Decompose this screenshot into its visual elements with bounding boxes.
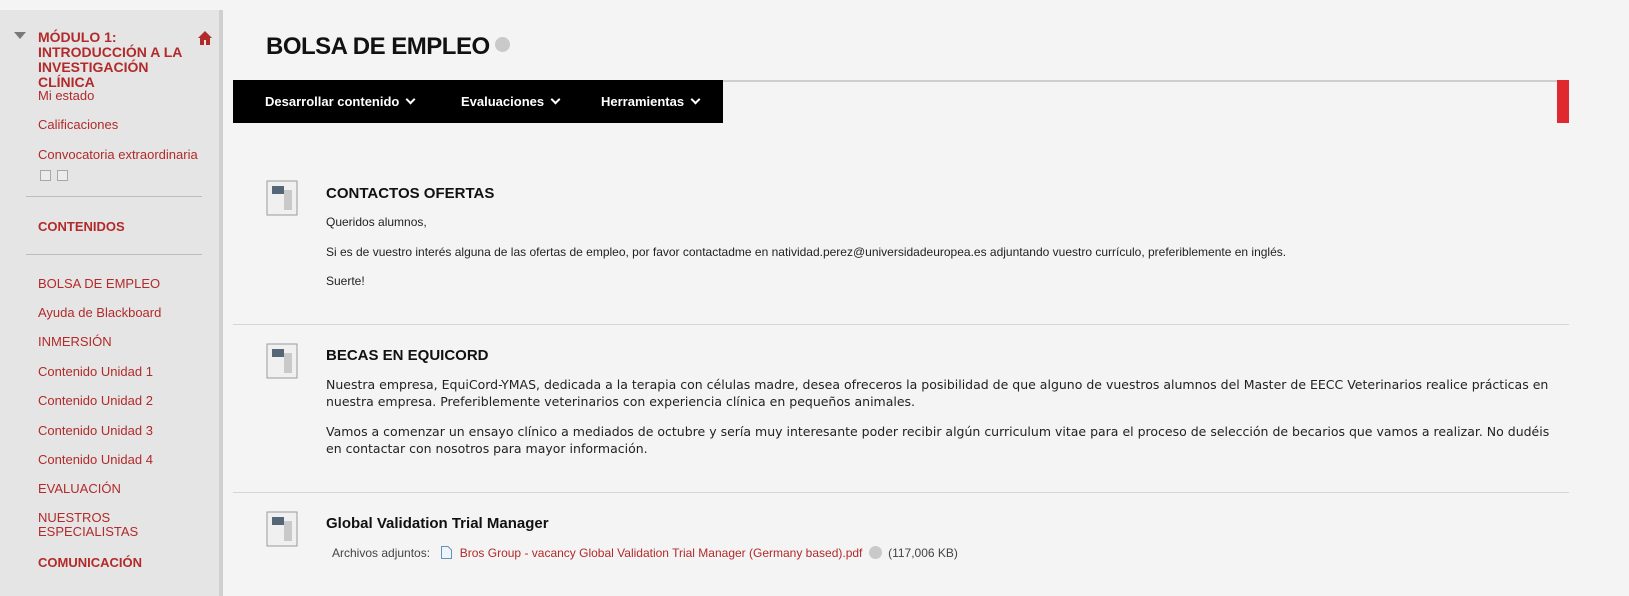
- attachment-size: (117,006 KB): [888, 546, 958, 560]
- attachments-label: Archivos adjuntos:: [332, 546, 431, 560]
- page-title: BOLSA DE EMPLEO: [266, 33, 510, 61]
- sidebar-link-bolsa[interactable]: BOLSA DE EMPLEO: [0, 276, 160, 292]
- menu-label: Desarrollar contenido: [265, 94, 400, 109]
- item-title-becas[interactable]: BECAS EN EQUICORD: [326, 347, 489, 364]
- visibility-icon[interactable]: [57, 170, 68, 181]
- course-title[interactable]: MÓDULO 1: INTRODUCCIÓN A LA INVESTIGACIÓ…: [38, 30, 189, 90]
- page-title-text: BOLSA DE EMPLEO: [266, 33, 490, 60]
- item-title-global-validation[interactable]: Global Validation Trial Manager: [326, 515, 549, 532]
- sidebar-link-evaluacion[interactable]: EVALUACIÓN: [0, 481, 121, 497]
- toolbar-divider: [723, 80, 1559, 82]
- menu-herramientas[interactable]: Herramientas: [601, 94, 701, 109]
- section-contenidos[interactable]: CONTENIDOS: [38, 219, 125, 234]
- attachment-options-icon[interactable]: [868, 546, 882, 559]
- sidebar-link-mi-estado[interactable]: Mi estado: [0, 88, 94, 104]
- item-paragraph: Nuestra empresa, EquiCord-YMAS, dedicada…: [326, 377, 1549, 409]
- sidebar-link-unidad-4[interactable]: Contenido Unidad 4: [0, 452, 153, 468]
- sidebar-link-unidad-1[interactable]: Contenido Unidad 1: [0, 364, 153, 380]
- sidebar-link-unidad-3[interactable]: Contenido Unidad 3: [0, 423, 153, 439]
- item-paragraph: Suerte!: [326, 274, 365, 288]
- file-icon: [441, 546, 453, 559]
- title-options-icon[interactable]: [494, 37, 510, 53]
- chevron-down-icon: [690, 94, 701, 105]
- item-paragraph: Vamos a comenzar un ensayo clínico a med…: [326, 424, 1550, 456]
- document-icon: [266, 511, 298, 547]
- sidebar-link-convocatoria[interactable]: Convocatoria extraordinaria: [0, 147, 198, 163]
- menu-desarrollar-contenido[interactable]: Desarrollar contenido: [265, 94, 416, 109]
- item-paragraph: Si es de vuestro interés alguna de las o…: [326, 245, 1287, 259]
- section-comunicacion[interactable]: COMUNICACIÓN: [38, 555, 142, 570]
- collapse-caret-icon[interactable]: [14, 32, 26, 39]
- sidebar-link-especialistas[interactable]: NUESTROS ESPECIALISTAS: [0, 511, 168, 539]
- edit-icon[interactable]: [40, 170, 51, 181]
- menu-evaluaciones[interactable]: Evaluaciones: [461, 94, 561, 109]
- accent-bar: [1557, 80, 1569, 123]
- course-header: MÓDULO 1: INTRODUCCIÓN A LA INVESTIGACIÓ…: [0, 10, 219, 90]
- sidebar-link-calificaciones[interactable]: Calificaciones: [0, 117, 118, 133]
- sidebar-divider: [26, 196, 202, 197]
- chevron-down-icon: [405, 94, 416, 105]
- item-separator: [233, 324, 1569, 325]
- sidebar-divider: [26, 254, 202, 255]
- document-icon: [266, 343, 298, 379]
- sidebar-link-inmersion[interactable]: INMERSIÓN: [0, 334, 112, 350]
- item-title-contactos[interactable]: CONTACTOS OFERTAS: [326, 185, 494, 202]
- item-paragraph: Queridos alumnos,: [326, 215, 427, 229]
- action-toolbar: Desarrollar contenido Evaluaciones Herra…: [233, 80, 723, 123]
- attachment-link[interactable]: Bros Group - vacancy Global Validation T…: [460, 546, 863, 560]
- home-icon[interactable]: [197, 30, 213, 46]
- menu-label: Evaluaciones: [461, 94, 545, 109]
- sidebar-link-ayuda[interactable]: Ayuda de Blackboard: [0, 305, 161, 321]
- document-icon: [266, 180, 298, 216]
- menu-label: Herramientas: [601, 94, 685, 109]
- course-menu-sidebar: MÓDULO 1: INTRODUCCIÓN A LA INVESTIGACIÓ…: [0, 10, 223, 596]
- attachments-row: Archivos adjuntos: Bros Group - vacancy …: [332, 546, 958, 560]
- sidebar-link-unidad-2[interactable]: Contenido Unidad 2: [0, 393, 153, 409]
- edit-controls: [0, 168, 74, 181]
- item-separator: [233, 492, 1569, 493]
- chevron-down-icon: [550, 94, 561, 105]
